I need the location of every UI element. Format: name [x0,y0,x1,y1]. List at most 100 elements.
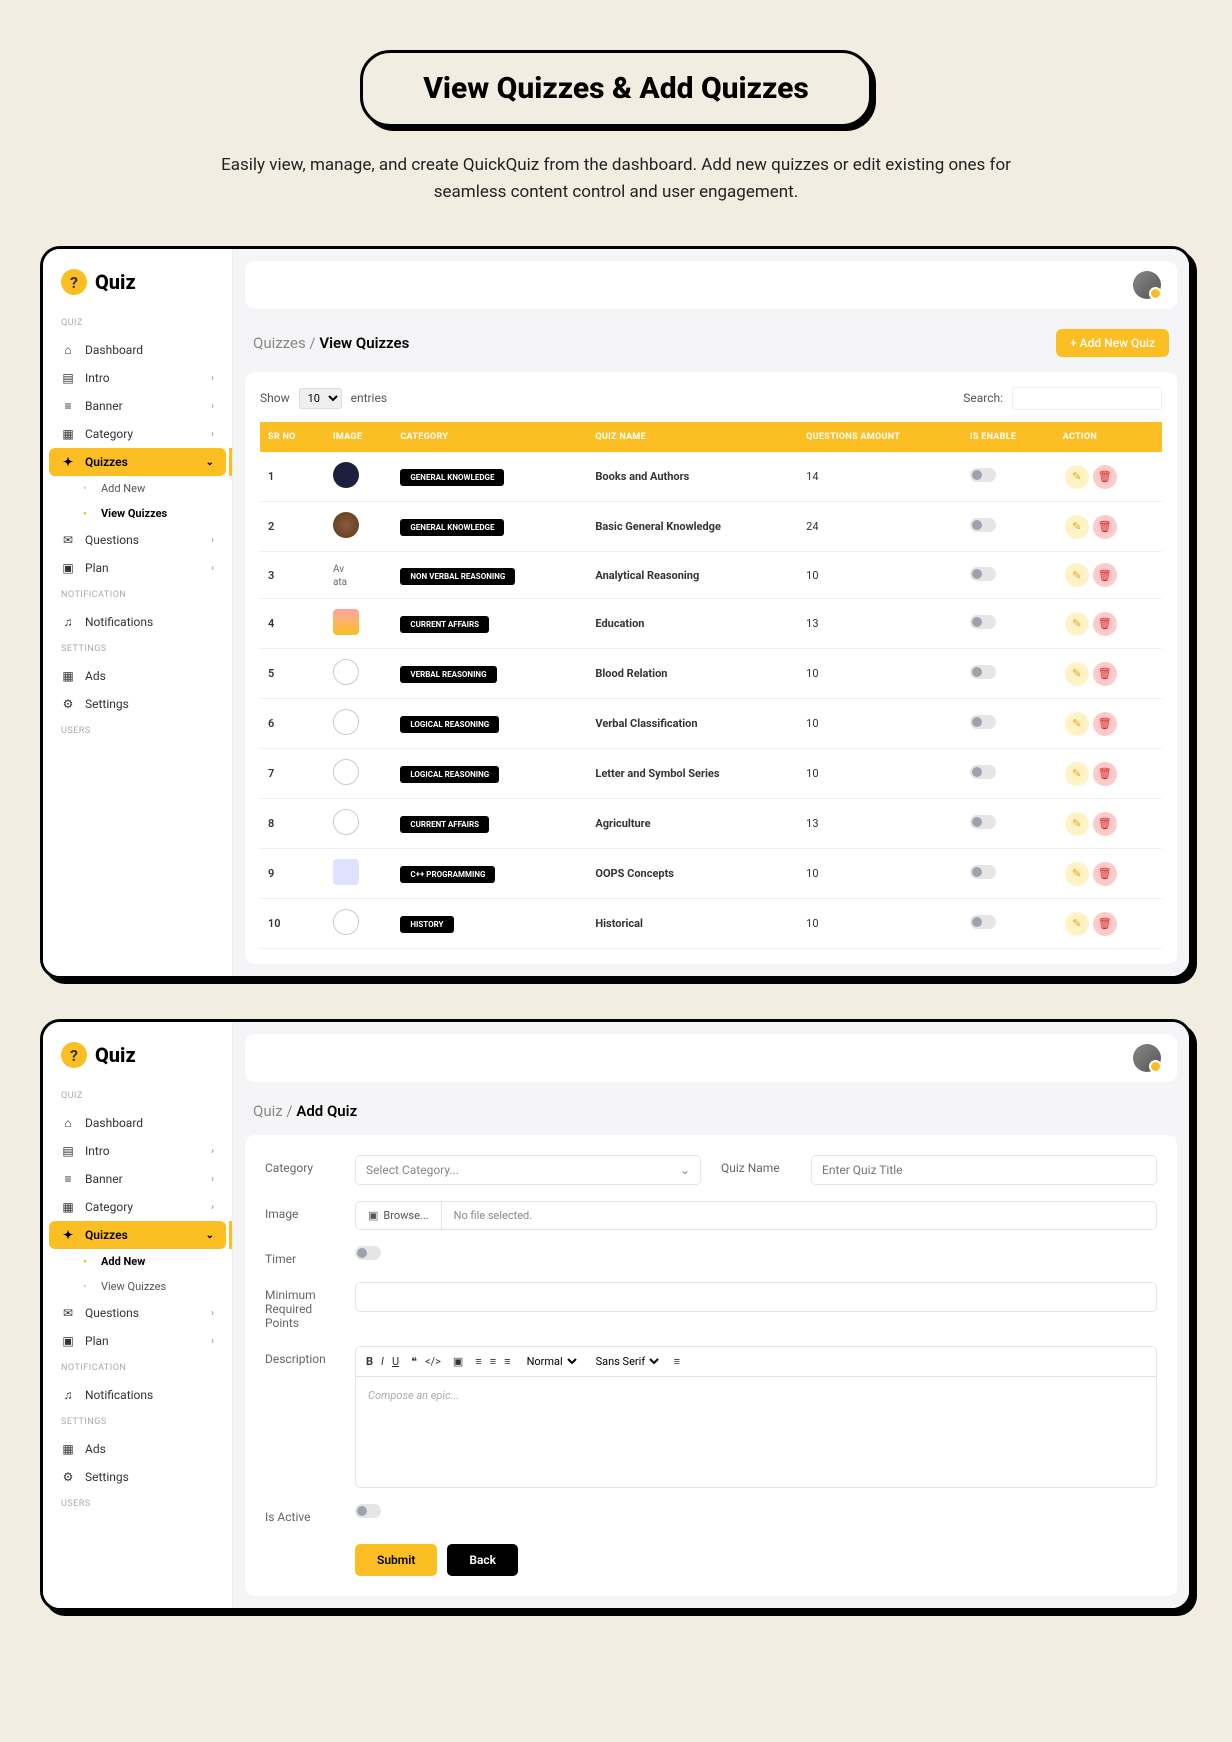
nav-notifications[interactable]: ♫Notifications [43,608,232,636]
editor-body[interactable]: Compose an epic... [356,1377,1156,1487]
nav-plan[interactable]: ▣Plan› [43,1327,232,1355]
nav-intro[interactable]: ▤Intro› [43,1137,232,1165]
nav-dashboard[interactable]: ⌂Dashboard [43,1109,232,1137]
col-sr[interactable]: SR NO [260,422,325,452]
cell-action: ✎🗑 [1055,849,1162,899]
browse-button[interactable]: ▣Browse... [356,1202,442,1229]
enable-toggle[interactable] [970,865,996,879]
delete-button[interactable]: 🗑 [1093,862,1117,886]
col-enable[interactable]: IS ENABLE [962,422,1055,452]
enable-toggle[interactable] [970,665,996,679]
submit-button[interactable]: Submit [355,1544,437,1576]
view-quizzes-panel: ? Quiz QUIZ ⌂Dashboard ▤Intro› ≡Banner› … [40,246,1192,979]
page-title-box: View Quizzes & Add Quizzes [360,50,872,127]
nav-quizzes[interactable]: ✦Quizzes⌄ [49,448,226,476]
nav-category[interactable]: ▦Category› [43,1193,232,1221]
enable-toggle[interactable] [970,815,996,829]
nav-banner[interactable]: ≡Banner› [43,1165,232,1193]
col-category[interactable]: CATEGORY [392,422,587,452]
delete-button[interactable]: 🗑 [1093,712,1117,736]
delete-button[interactable]: 🗑 [1093,563,1117,587]
section-users: USERS [43,1491,232,1517]
edit-button[interactable]: ✎ [1065,465,1089,489]
nav-view-quizzes[interactable]: View Quizzes [83,501,232,526]
cell-qty: 10 [798,849,962,899]
cell-name: OOPS Concepts [587,849,798,899]
col-action[interactable]: ACTION [1055,422,1162,452]
search-input[interactable] [1012,387,1162,410]
back-button[interactable]: Back [447,1544,518,1576]
breadcrumb: Quiz / Add Quiz [253,1102,357,1120]
user-avatar[interactable] [1133,1044,1161,1072]
enable-toggle[interactable] [970,468,996,482]
category-badge: VERBAL REASONING [400,666,496,683]
heading-select[interactable]: Normal [523,1354,580,1369]
cell-enable [962,649,1055,699]
entries-select[interactable]: 10 [299,388,342,409]
quiz-name-input[interactable] [811,1155,1157,1185]
underline-button[interactable]: U [392,1355,399,1368]
enable-toggle[interactable] [970,765,996,779]
delete-button[interactable]: 🗑 [1093,515,1117,539]
nav-view-quizzes[interactable]: View Quizzes [83,1274,232,1299]
nav-category[interactable]: ▦Category› [43,420,232,448]
edit-button[interactable]: ✎ [1065,912,1089,936]
nav-ads[interactable]: ▦Ads [43,1435,232,1463]
nav-intro[interactable]: ▤Intro› [43,364,232,392]
align-button[interactable]: ≡ [674,1355,680,1368]
user-avatar[interactable] [1133,271,1161,299]
nav-ads[interactable]: ▦Ads [43,662,232,690]
page-title: View Quizzes & Add Quizzes [423,71,809,106]
edit-button[interactable]: ✎ [1065,612,1089,636]
italic-button[interactable]: I [381,1355,384,1368]
nav-questions[interactable]: ✉Questions› [43,1299,232,1327]
col-image[interactable]: IMAGE [325,422,392,452]
edit-button[interactable]: ✎ [1065,762,1089,786]
nav-add-new[interactable]: Add New [83,476,232,501]
edit-button[interactable]: ✎ [1065,712,1089,736]
file-status: No file selected. [442,1202,545,1229]
nav-dashboard[interactable]: ⌂Dashboard [43,336,232,364]
image-button[interactable]: ▣ [453,1355,463,1368]
ul-button[interactable]: ≡ [490,1355,496,1368]
ol-button[interactable]: ≡ [475,1355,481,1368]
col-name[interactable]: QUIZ NAME [587,422,798,452]
cell-sr: 6 [260,699,325,749]
edit-button[interactable]: ✎ [1065,662,1089,686]
nav-plan[interactable]: ▣Plan› [43,554,232,582]
edit-button[interactable]: ✎ [1065,563,1089,587]
nav-settings[interactable]: ⚙Settings [43,690,232,718]
enable-toggle[interactable] [970,518,996,532]
nav-quizzes[interactable]: ✦Quizzes⌄ [49,1221,226,1249]
nav-questions[interactable]: ✉Questions› [43,526,232,554]
delete-button[interactable]: 🗑 [1093,812,1117,836]
enable-toggle[interactable] [970,615,996,629]
nav-notifications[interactable]: ♫Notifications [43,1381,232,1409]
nav-banner[interactable]: ≡Banner› [43,392,232,420]
min-points-input[interactable] [355,1282,1157,1312]
delete-button[interactable]: 🗑 [1093,762,1117,786]
delete-button[interactable]: 🗑 [1093,465,1117,489]
code-button[interactable]: </> [425,1355,441,1368]
timer-toggle[interactable] [355,1246,381,1260]
checklist-button[interactable]: ≡ [504,1355,510,1368]
delete-button[interactable]: 🗑 [1093,662,1117,686]
chevron-down-icon: ⌄ [206,457,214,468]
add-new-quiz-button[interactable]: + Add New Quiz [1056,329,1169,357]
edit-button[interactable]: ✎ [1065,812,1089,836]
quote-button[interactable]: ❝ [411,1355,417,1368]
font-select[interactable]: Sans Serif [592,1354,662,1369]
enable-toggle[interactable] [970,715,996,729]
delete-button[interactable]: 🗑 [1093,912,1117,936]
nav-settings[interactable]: ⚙Settings [43,1463,232,1491]
edit-button[interactable]: ✎ [1065,862,1089,886]
category-select[interactable]: Select Category... ⌄ [355,1155,701,1185]
nav-add-new[interactable]: Add New [83,1249,232,1274]
delete-button[interactable]: 🗑 [1093,612,1117,636]
col-qty[interactable]: QUESTIONS AMOUNT [798,422,962,452]
enable-toggle[interactable] [970,915,996,929]
edit-button[interactable]: ✎ [1065,515,1089,539]
is-active-toggle[interactable] [355,1504,381,1518]
bold-button[interactable]: B [366,1355,373,1368]
enable-toggle[interactable] [970,567,996,581]
